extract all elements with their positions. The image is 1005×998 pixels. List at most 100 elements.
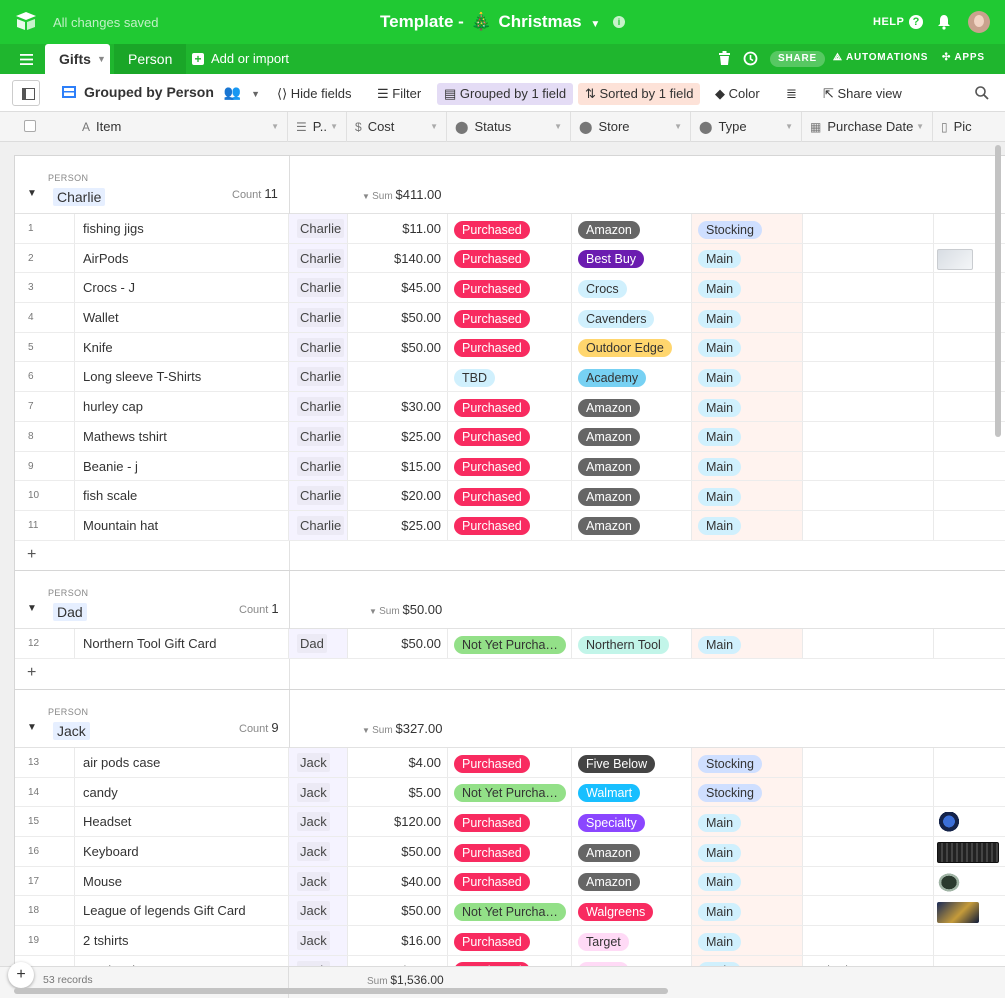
store-cell[interactable]: Crocs bbox=[572, 273, 692, 303]
color-button[interactable]: ◆ Color bbox=[708, 83, 767, 105]
cost-cell[interactable]: $5.00 bbox=[348, 777, 448, 807]
add-row-button[interactable]: + bbox=[15, 540, 1005, 571]
share-button[interactable]: SHARE bbox=[770, 51, 826, 67]
purchase-date-cell[interactable]: 12/19/2020 bbox=[803, 955, 934, 966]
type-cell[interactable]: Main bbox=[692, 481, 803, 510]
person-cell[interactable]: Charlie bbox=[289, 362, 348, 392]
purchase-date-cell[interactable] bbox=[803, 421, 934, 451]
cost-cell[interactable]: $45.00 bbox=[348, 273, 448, 303]
cost-cell[interactable]: $40.00 bbox=[348, 866, 448, 896]
column-header-person[interactable]: ☰ P.. ▼ bbox=[288, 112, 347, 142]
table-row[interactable]: 15 Headset Jack $120.00 Purchased Specialty Ma… bbox=[15, 807, 1005, 838]
chevron-down-icon[interactable]: ▼ bbox=[674, 112, 682, 142]
column-header-cost[interactable]: $ Cost ▼ bbox=[347, 112, 447, 142]
type-cell[interactable]: Main bbox=[692, 273, 803, 303]
sort-button[interactable]: ⇅ Sorted by 1 field bbox=[578, 83, 701, 105]
store-cell[interactable]: Amazon bbox=[572, 510, 692, 540]
cost-cell[interactable]: $50.00 bbox=[348, 629, 448, 658]
status-cell[interactable]: Purchased bbox=[448, 807, 572, 837]
table-row[interactable]: 13 air pods case Jack $4.00 Purchased Five Be… bbox=[15, 748, 1005, 778]
status-cell[interactable]: Purchased bbox=[448, 955, 572, 966]
item-cell[interactable]: air pods case bbox=[75, 748, 289, 777]
type-cell[interactable]: Main bbox=[692, 451, 803, 481]
status-cell[interactable]: Purchased bbox=[448, 332, 572, 362]
status-cell[interactable]: Purchased bbox=[448, 837, 572, 866]
table-row[interactable]: 16 Keyboard Jack $50.00 Purchased Amazon Main bbox=[15, 837, 1005, 867]
item-cell[interactable]: Mathews tshirt bbox=[75, 421, 289, 451]
item-cell[interactable]: League of legends Gift Card bbox=[75, 896, 289, 926]
tab-person[interactable]: Person bbox=[114, 44, 187, 74]
status-cell[interactable]: Purchased bbox=[448, 421, 572, 451]
item-cell[interactable]: fish scale bbox=[75, 481, 289, 510]
help-link[interactable]: HELP bbox=[873, 16, 904, 28]
item-cell[interactable]: Crocs - J bbox=[75, 273, 289, 303]
status-cell[interactable]: Purchased bbox=[448, 214, 572, 243]
item-cell[interactable]: fishing jigs bbox=[75, 214, 289, 243]
type-cell[interactable]: Main bbox=[692, 392, 803, 421]
view-switcher[interactable]: Grouped by Person 👥 ▼ bbox=[62, 84, 260, 101]
pic-cell[interactable] bbox=[934, 778, 1005, 807]
person-cell[interactable]: Jack bbox=[289, 926, 348, 955]
store-cell[interactable]: Target bbox=[572, 955, 692, 966]
type-cell[interactable]: Stocking bbox=[692, 748, 803, 777]
cost-cell[interactable]: $140.00 bbox=[348, 243, 448, 273]
item-cell[interactable]: 2 tshirts bbox=[75, 926, 289, 955]
status-cell[interactable]: Purchased bbox=[448, 866, 572, 896]
store-cell[interactable]: Amazon bbox=[572, 214, 692, 243]
purchase-date-cell[interactable] bbox=[803, 481, 934, 510]
pic-cell[interactable] bbox=[934, 452, 1005, 481]
purchase-date-cell[interactable] bbox=[803, 510, 934, 540]
pic-cell[interactable] bbox=[934, 926, 1005, 955]
trash-icon[interactable] bbox=[719, 51, 730, 68]
table-row[interactable]: 7 hurley cap Charlie $30.00 Purchased Amazon M… bbox=[15, 392, 1005, 422]
status-cell[interactable]: Purchased bbox=[448, 510, 572, 540]
store-cell[interactable]: Amazon bbox=[572, 481, 692, 510]
store-cell[interactable]: Five Below bbox=[572, 748, 692, 777]
type-cell[interactable]: Main bbox=[692, 807, 803, 837]
search-icon[interactable] bbox=[975, 86, 989, 103]
status-cell[interactable]: Not Yet Purchas... bbox=[448, 777, 572, 807]
column-header-store[interactable]: ⬤ Store ▼ bbox=[571, 112, 691, 142]
type-cell[interactable]: Main bbox=[692, 510, 803, 540]
person-cell[interactable]: Charlie bbox=[289, 421, 348, 451]
person-cell[interactable]: Jack bbox=[289, 777, 348, 807]
item-cell[interactable]: Keyboard bbox=[75, 837, 289, 866]
type-cell[interactable]: Main bbox=[692, 926, 803, 955]
type-cell[interactable]: Main bbox=[692, 332, 803, 362]
column-header-pic[interactable]: ▯ Pic bbox=[933, 112, 1005, 142]
status-cell[interactable]: Purchased bbox=[448, 926, 572, 955]
cost-cell[interactable] bbox=[348, 362, 448, 392]
store-cell[interactable]: Outdoor Edge bbox=[572, 332, 692, 362]
store-cell[interactable]: Amazon bbox=[572, 866, 692, 896]
help-icon[interactable]: ? bbox=[909, 15, 923, 29]
store-cell[interactable]: Amazon bbox=[572, 451, 692, 481]
status-cell[interactable]: Purchased bbox=[448, 273, 572, 303]
mouse-thumbnail-image[interactable] bbox=[937, 871, 961, 893]
person-cell[interactable]: Charlie bbox=[289, 273, 348, 303]
row-height-icon[interactable]: ≣ bbox=[786, 83, 797, 105]
pic-cell[interactable] bbox=[934, 956, 1005, 966]
select-all-checkbox[interactable] bbox=[24, 120, 36, 132]
type-cell[interactable]: Main bbox=[692, 303, 803, 332]
table-row[interactable]: 4 Wallet Charlie $50.00 Purchased Cavenders Ma… bbox=[15, 303, 1005, 333]
cost-cell[interactable]: $30.00 bbox=[348, 955, 448, 966]
table-row[interactable]: 6 Long sleeve T-Shirts Charlie TBD Academy Ma… bbox=[15, 362, 1005, 393]
chevron-down-icon[interactable]: ▼ bbox=[97, 54, 106, 64]
purchase-date-cell[interactable] bbox=[803, 777, 934, 807]
status-cell[interactable]: Purchased bbox=[448, 748, 572, 777]
status-cell[interactable]: TBD bbox=[448, 362, 572, 392]
item-cell[interactable]: Headset bbox=[75, 807, 289, 837]
pic-cell[interactable] bbox=[934, 481, 1005, 510]
store-cell[interactable]: Amazon bbox=[572, 837, 692, 866]
person-cell[interactable]: Charlie bbox=[289, 214, 348, 243]
cost-cell[interactable]: $25.00 bbox=[348, 510, 448, 540]
person-cell[interactable]: Charlie bbox=[289, 451, 348, 481]
purchase-date-cell[interactable] bbox=[803, 896, 934, 926]
person-cell[interactable]: Charlie bbox=[289, 303, 348, 332]
hide-fields-button[interactable]: ⟨⟩ Hide fields bbox=[270, 83, 358, 105]
type-cell[interactable]: Main bbox=[692, 243, 803, 273]
chevron-down-icon[interactable]: ▼ bbox=[590, 19, 600, 30]
table-row[interactable]: 14 candy Jack $5.00 Not Yet Purchas... Walmar… bbox=[15, 777, 1005, 808]
item-cell[interactable]: Mouse bbox=[75, 866, 289, 896]
person-cell[interactable]: Charlie bbox=[289, 392, 348, 421]
